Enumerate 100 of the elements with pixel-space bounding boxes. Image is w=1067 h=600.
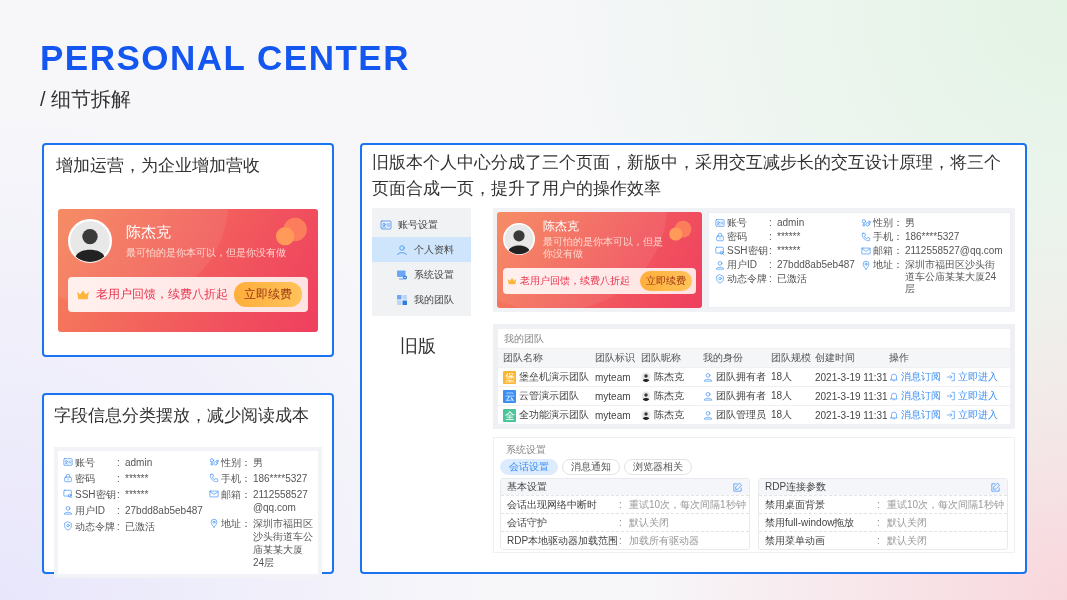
edit-icon xyxy=(732,481,743,493)
table-cell-text: 18人 xyxy=(771,370,794,384)
colon: : xyxy=(619,534,623,547)
field-label: 密码 xyxy=(75,472,96,485)
column-header: 团队名称 xyxy=(503,351,544,365)
field-label: 动态令牌 xyxy=(727,273,767,285)
user-motto: 最可怕的是你本可以，但是你没有做 xyxy=(126,245,286,260)
setting-value: 加载所有驱动器 xyxy=(629,534,699,547)
team-badge: 堡 xyxy=(503,370,516,384)
action-link[interactable]: 消息订阅 xyxy=(889,408,941,422)
field-label: 动态令牌 xyxy=(75,520,115,533)
mail-icon xyxy=(208,489,219,499)
user-name: 陈杰克 xyxy=(126,222,171,242)
field-label: 地址： xyxy=(220,517,251,530)
setting-value: 默认关闭 xyxy=(887,534,927,547)
colon: : xyxy=(769,245,773,257)
panel-caption: 旧版本个人中心分成了三个页面，新版中，采用交互减步长的交互设计原理，将三个页面合成一页，提升了用户的操作效率 xyxy=(372,152,1002,200)
field-value: 已激活 xyxy=(125,520,155,533)
page-title: PERSONAL CENTER xyxy=(40,38,411,78)
field-label: 性别： xyxy=(220,456,251,469)
colon: : xyxy=(117,488,121,501)
setting-value: 默认关闭 xyxy=(629,516,669,529)
setting-label: 会话出现网络中断时 xyxy=(507,498,598,511)
gender-icon xyxy=(860,218,871,228)
column-header: 团队标识 xyxy=(595,351,636,365)
field-value: 深圳市福田区沙头街道车公庙某某大厦24层 xyxy=(904,259,997,295)
field-label: 邮箱： xyxy=(872,245,903,257)
user-icon xyxy=(703,391,713,401)
phone-icon xyxy=(860,232,871,242)
card-title: 基本设置 xyxy=(507,480,547,494)
settings-tab[interactable]: 消息通知 xyxy=(562,459,620,475)
avatar-icon xyxy=(641,410,651,420)
field-label: 邮箱： xyxy=(220,488,251,501)
screen-icon xyxy=(63,489,73,499)
avatar-icon xyxy=(68,219,112,263)
settings-tab[interactable]: 浏览器相关 xyxy=(624,459,692,475)
shield-icon xyxy=(63,521,73,531)
colon: : xyxy=(117,504,121,517)
sidebar-item[interactable]: 系统设置 xyxy=(372,262,471,287)
table-cell: 陈杰克 xyxy=(654,389,684,403)
login-icon xyxy=(946,372,956,382)
table-cell: 团队拥有者 xyxy=(716,370,766,384)
colon: : xyxy=(769,231,773,243)
location-pin-icon xyxy=(860,260,871,270)
field-label: 性别： xyxy=(872,217,903,229)
setting-label: 禁用full-window拖放 xyxy=(765,516,856,529)
sidebar-item[interactable]: 我的团队 xyxy=(372,287,471,312)
card-title: RDP连接参数 xyxy=(765,480,827,494)
edit-icon xyxy=(990,481,1001,493)
phone-icon xyxy=(208,473,219,483)
team-badge: 全 xyxy=(503,408,516,422)
field-value: 男 xyxy=(252,456,263,469)
promo-text: 老用户回馈，续费八折起 xyxy=(96,286,228,303)
setting-value: 重试10次，每次间隔1秒钟 xyxy=(629,498,746,511)
colon: : xyxy=(117,456,121,469)
table-cell: 团队拥有者 xyxy=(716,389,766,403)
user-name: 陈杰克 xyxy=(543,218,579,235)
user-icon xyxy=(703,372,713,382)
panel-title: 系统设置 xyxy=(505,443,547,457)
colon: : xyxy=(877,516,881,529)
column-header: 团队规模 xyxy=(771,351,812,365)
action-link[interactable]: 立即进入 xyxy=(946,370,998,384)
id-card-icon xyxy=(380,218,392,231)
action-link[interactable]: 消息订阅 xyxy=(889,370,941,384)
field-label: 手机： xyxy=(872,231,903,243)
bell-icon xyxy=(889,372,899,382)
table-cell: 2021-3-19 11:31 xyxy=(815,371,889,383)
sidebar-item[interactable]: 个人资料 xyxy=(372,237,471,262)
setting-value: 默认关闭 xyxy=(887,516,927,529)
colon: : xyxy=(769,259,773,271)
column-header: 我的身份 xyxy=(703,351,744,365)
field-value: ****** xyxy=(125,488,149,501)
field-label: 用户ID xyxy=(727,259,758,271)
setting-label: 禁用桌面背景 xyxy=(765,498,826,511)
field-label: 地址： xyxy=(872,259,903,271)
table-cell: 堡垒机演示团队 xyxy=(519,370,589,384)
field-value: 深圳市福田区沙头街道车公庙某某大厦24层 xyxy=(252,517,313,569)
login-icon xyxy=(946,410,956,420)
action-link[interactable]: 立即进入 xyxy=(946,389,998,403)
colon: : xyxy=(769,273,773,285)
renew-button[interactable]: 立即续费 xyxy=(234,282,302,307)
mail-icon xyxy=(860,246,871,256)
field-label: 手机： xyxy=(220,472,251,485)
field-value: ****** xyxy=(777,231,801,243)
setting-value: 重试10次，每次间隔1秒钟 xyxy=(887,498,1004,511)
settings-tab[interactable]: 会话设置 xyxy=(500,459,558,475)
table-cell: 2021-3-19 11:31 xyxy=(815,409,889,421)
action-link[interactable]: 消息订阅 xyxy=(889,389,941,403)
renew-button[interactable]: 立即续费 xyxy=(640,271,692,291)
action-link[interactable]: 立即进入 xyxy=(946,408,998,422)
id-card-icon xyxy=(715,218,725,228)
user-icon xyxy=(703,410,713,420)
crown-icon xyxy=(507,277,517,285)
version-label: 旧版 xyxy=(399,335,437,358)
field-label: 用户ID xyxy=(75,504,106,517)
setting-label: 禁用菜单动画 xyxy=(765,534,826,547)
lock-icon xyxy=(715,232,725,242)
avatar-icon xyxy=(503,223,535,255)
user-icon xyxy=(715,260,725,270)
column-header: 操作 xyxy=(889,351,910,365)
